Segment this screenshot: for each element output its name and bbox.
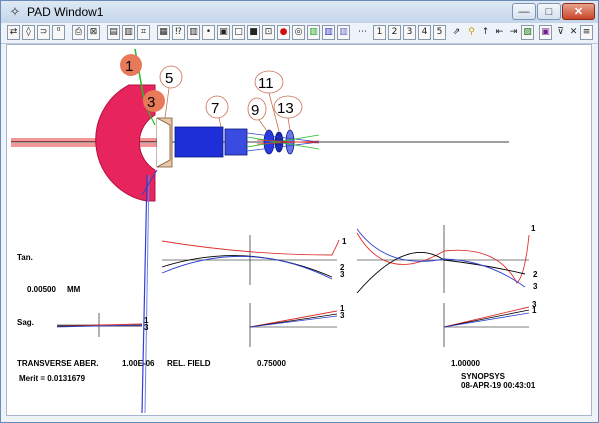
toolbar-number-1[interactable]: 1 bbox=[373, 25, 386, 40]
toolbar-tool-grid-icon[interactable]: ▤ bbox=[107, 25, 120, 40]
toolbar-tool-print-icon[interactable]: ⎙ bbox=[72, 25, 85, 40]
toolbar-dots-icon[interactable]: ⋯ bbox=[356, 25, 369, 40]
toolbar-tool-preview-icon[interactable]: ⊠ bbox=[87, 25, 100, 40]
toolbar-clear-icon[interactable]: ✕ bbox=[567, 25, 580, 40]
sag-label: Sag. bbox=[17, 318, 34, 327]
rel-field-label: REL. FIELD bbox=[167, 359, 211, 368]
timestamp: 08-APR-19 00:43:01 bbox=[461, 381, 536, 390]
toolbar-tool-dots-icon[interactable]: • bbox=[202, 25, 215, 40]
toolbar-tool-undo-icon[interactable]: ⊃ bbox=[37, 25, 50, 40]
svg-text:3: 3 bbox=[144, 323, 149, 332]
svg-text:1: 1 bbox=[342, 237, 347, 246]
toolbar-image-icon[interactable]: ▨ bbox=[521, 25, 534, 40]
svg-text:3: 3 bbox=[533, 282, 538, 291]
callout-9: 9 bbox=[247, 97, 268, 132]
toolbar-first-icon[interactable]: ⇤ bbox=[493, 25, 506, 40]
maximize-button[interactable]: □ bbox=[537, 3, 561, 20]
scale-unit: MM bbox=[67, 285, 81, 294]
aberration-value: 1.00E-06 bbox=[122, 359, 155, 368]
title-bar[interactable]: ✧ PAD Window1 — □ ✕ bbox=[1, 1, 598, 23]
program-name: SYNOPSYS bbox=[461, 372, 506, 381]
toolbar-tool-lines-icon[interactable]: ▥ bbox=[337, 25, 350, 40]
field-value-2: 1.00000 bbox=[451, 359, 480, 368]
pad-window: ✧ PAD Window1 — □ ✕ ⇄ ◊ ⊃ ⁰ ⎙ ⊠ ▤ ▥ ⌗ ▦ … bbox=[0, 0, 599, 423]
toolbar-filter-icon[interactable]: ⊽ bbox=[554, 25, 567, 40]
callout-3: 3 bbox=[143, 90, 165, 112]
toolbar-pencil-icon[interactable]: ⇗ bbox=[450, 25, 463, 40]
aberration-label: TRANSVERSE ABER. bbox=[17, 359, 99, 368]
sag-fan-field-1: 1 3 bbox=[56, 313, 149, 337]
tan-fan-field-2: 1 2 3 bbox=[356, 224, 538, 294]
window-title: PAD Window1 bbox=[27, 5, 104, 19]
tan-label: Tan. bbox=[17, 253, 33, 262]
scale-label: 0.00500 bbox=[27, 285, 56, 294]
toolbar-number-5[interactable]: 5 bbox=[433, 25, 446, 40]
svg-text:3: 3 bbox=[340, 311, 345, 320]
toolbar-tool-redo-icon[interactable]: ⁰ bbox=[52, 25, 65, 40]
svg-text:1: 1 bbox=[531, 224, 536, 233]
minimize-button[interactable]: — bbox=[512, 3, 536, 20]
toolbar-tool-filled-square-icon[interactable]: ■ bbox=[247, 25, 260, 40]
callout-7: 7 bbox=[205, 95, 229, 128]
toolbar-window-icon[interactable]: ▣ bbox=[539, 25, 552, 40]
svg-text:3: 3 bbox=[340, 270, 345, 279]
toolbar-tool-lens-icon[interactable]: ⁉ bbox=[172, 25, 185, 40]
toolbar-tool-frame-icon[interactable]: ▣ bbox=[217, 25, 230, 40]
svg-text:2: 2 bbox=[533, 270, 538, 279]
svg-text:5: 5 bbox=[165, 70, 173, 87]
tan-fan-field-1: 1 2 3 bbox=[161, 235, 347, 285]
toolbar: ⇄ ◊ ⊃ ⁰ ⎙ ⊠ ▤ ▥ ⌗ ▦ ⁉ ▥ • ▣ □ ■ ⊡ ● ◎ ▥ … bbox=[1, 23, 598, 44]
drawing-canvas[interactable]: 1 3 5 7 9 11 13 Tan. 0.00500 MM Sag. 1 2… bbox=[6, 44, 592, 416]
toolbar-number-4[interactable]: 4 bbox=[418, 25, 431, 40]
toolbar-last-icon[interactable]: ⇥ bbox=[507, 25, 520, 40]
toolbar-number-3[interactable]: 3 bbox=[403, 25, 416, 40]
lens-drawing: 1 3 5 7 9 11 13 Tan. 0.00500 MM Sag. 1 2… bbox=[11, 48, 538, 414]
toolbar-tool-record-icon[interactable]: ● bbox=[277, 25, 290, 40]
svg-text:11: 11 bbox=[258, 75, 274, 92]
blue-ray-bundle bbox=[141, 169, 158, 414]
toolbar-tool-target-icon[interactable]: ◎ bbox=[292, 25, 305, 40]
toolbar-help-icon[interactable]: ⚲ bbox=[465, 25, 478, 40]
field-value-1: 0.75000 bbox=[257, 359, 286, 368]
lens-element-9 bbox=[263, 129, 275, 155]
svg-text:13: 13 bbox=[277, 100, 294, 117]
app-icon: ✧ bbox=[9, 4, 21, 19]
svg-text:3: 3 bbox=[147, 94, 155, 111]
toolbar-menu-icon[interactable]: ≡ bbox=[580, 25, 593, 40]
toolbar-number-2[interactable]: 2 bbox=[388, 25, 401, 40]
svg-text:1: 1 bbox=[125, 58, 133, 75]
toolbar-tool-bars-icon[interactable]: ▥ bbox=[322, 25, 335, 40]
svg-text:7: 7 bbox=[211, 100, 219, 117]
toolbar-tool-mesh-icon[interactable]: ⌗ bbox=[137, 25, 150, 40]
svg-text:1: 1 bbox=[532, 306, 537, 315]
toolbar-tool-color-icon[interactable]: ▥ bbox=[307, 25, 320, 40]
toolbar-tool-keyboard-icon[interactable]: ▦ bbox=[157, 25, 170, 40]
toolbar-tool-swap-icon[interactable]: ⇄ bbox=[7, 25, 20, 40]
sag-fan-field-3: 3 1 bbox=[443, 300, 537, 347]
close-button[interactable]: ✕ bbox=[562, 3, 595, 20]
toolbar-tool-table-icon[interactable]: ▥ bbox=[122, 25, 135, 40]
svg-text:9: 9 bbox=[251, 102, 259, 119]
toolbar-tool-square-icon[interactable]: □ bbox=[232, 25, 245, 40]
lens-group-8 bbox=[224, 128, 248, 156]
toolbar-up-icon[interactable]: ↑ bbox=[479, 25, 492, 40]
merit-value: Merit = 0.0131679 bbox=[19, 374, 86, 383]
toolbar-tool-panel-icon[interactable]: ▥ bbox=[187, 25, 200, 40]
lens-group-7 bbox=[174, 126, 224, 158]
callout-13: 13 bbox=[273, 95, 303, 131]
toolbar-tool-zoom-box-icon[interactable]: ⊡ bbox=[262, 25, 275, 40]
callout-5: 5 bbox=[159, 65, 183, 119]
toolbar-tool-diamond-icon[interactable]: ◊ bbox=[22, 25, 35, 40]
sag-fan-field-2: 1 3 bbox=[249, 303, 345, 347]
callout-1: 1 bbox=[120, 54, 142, 76]
